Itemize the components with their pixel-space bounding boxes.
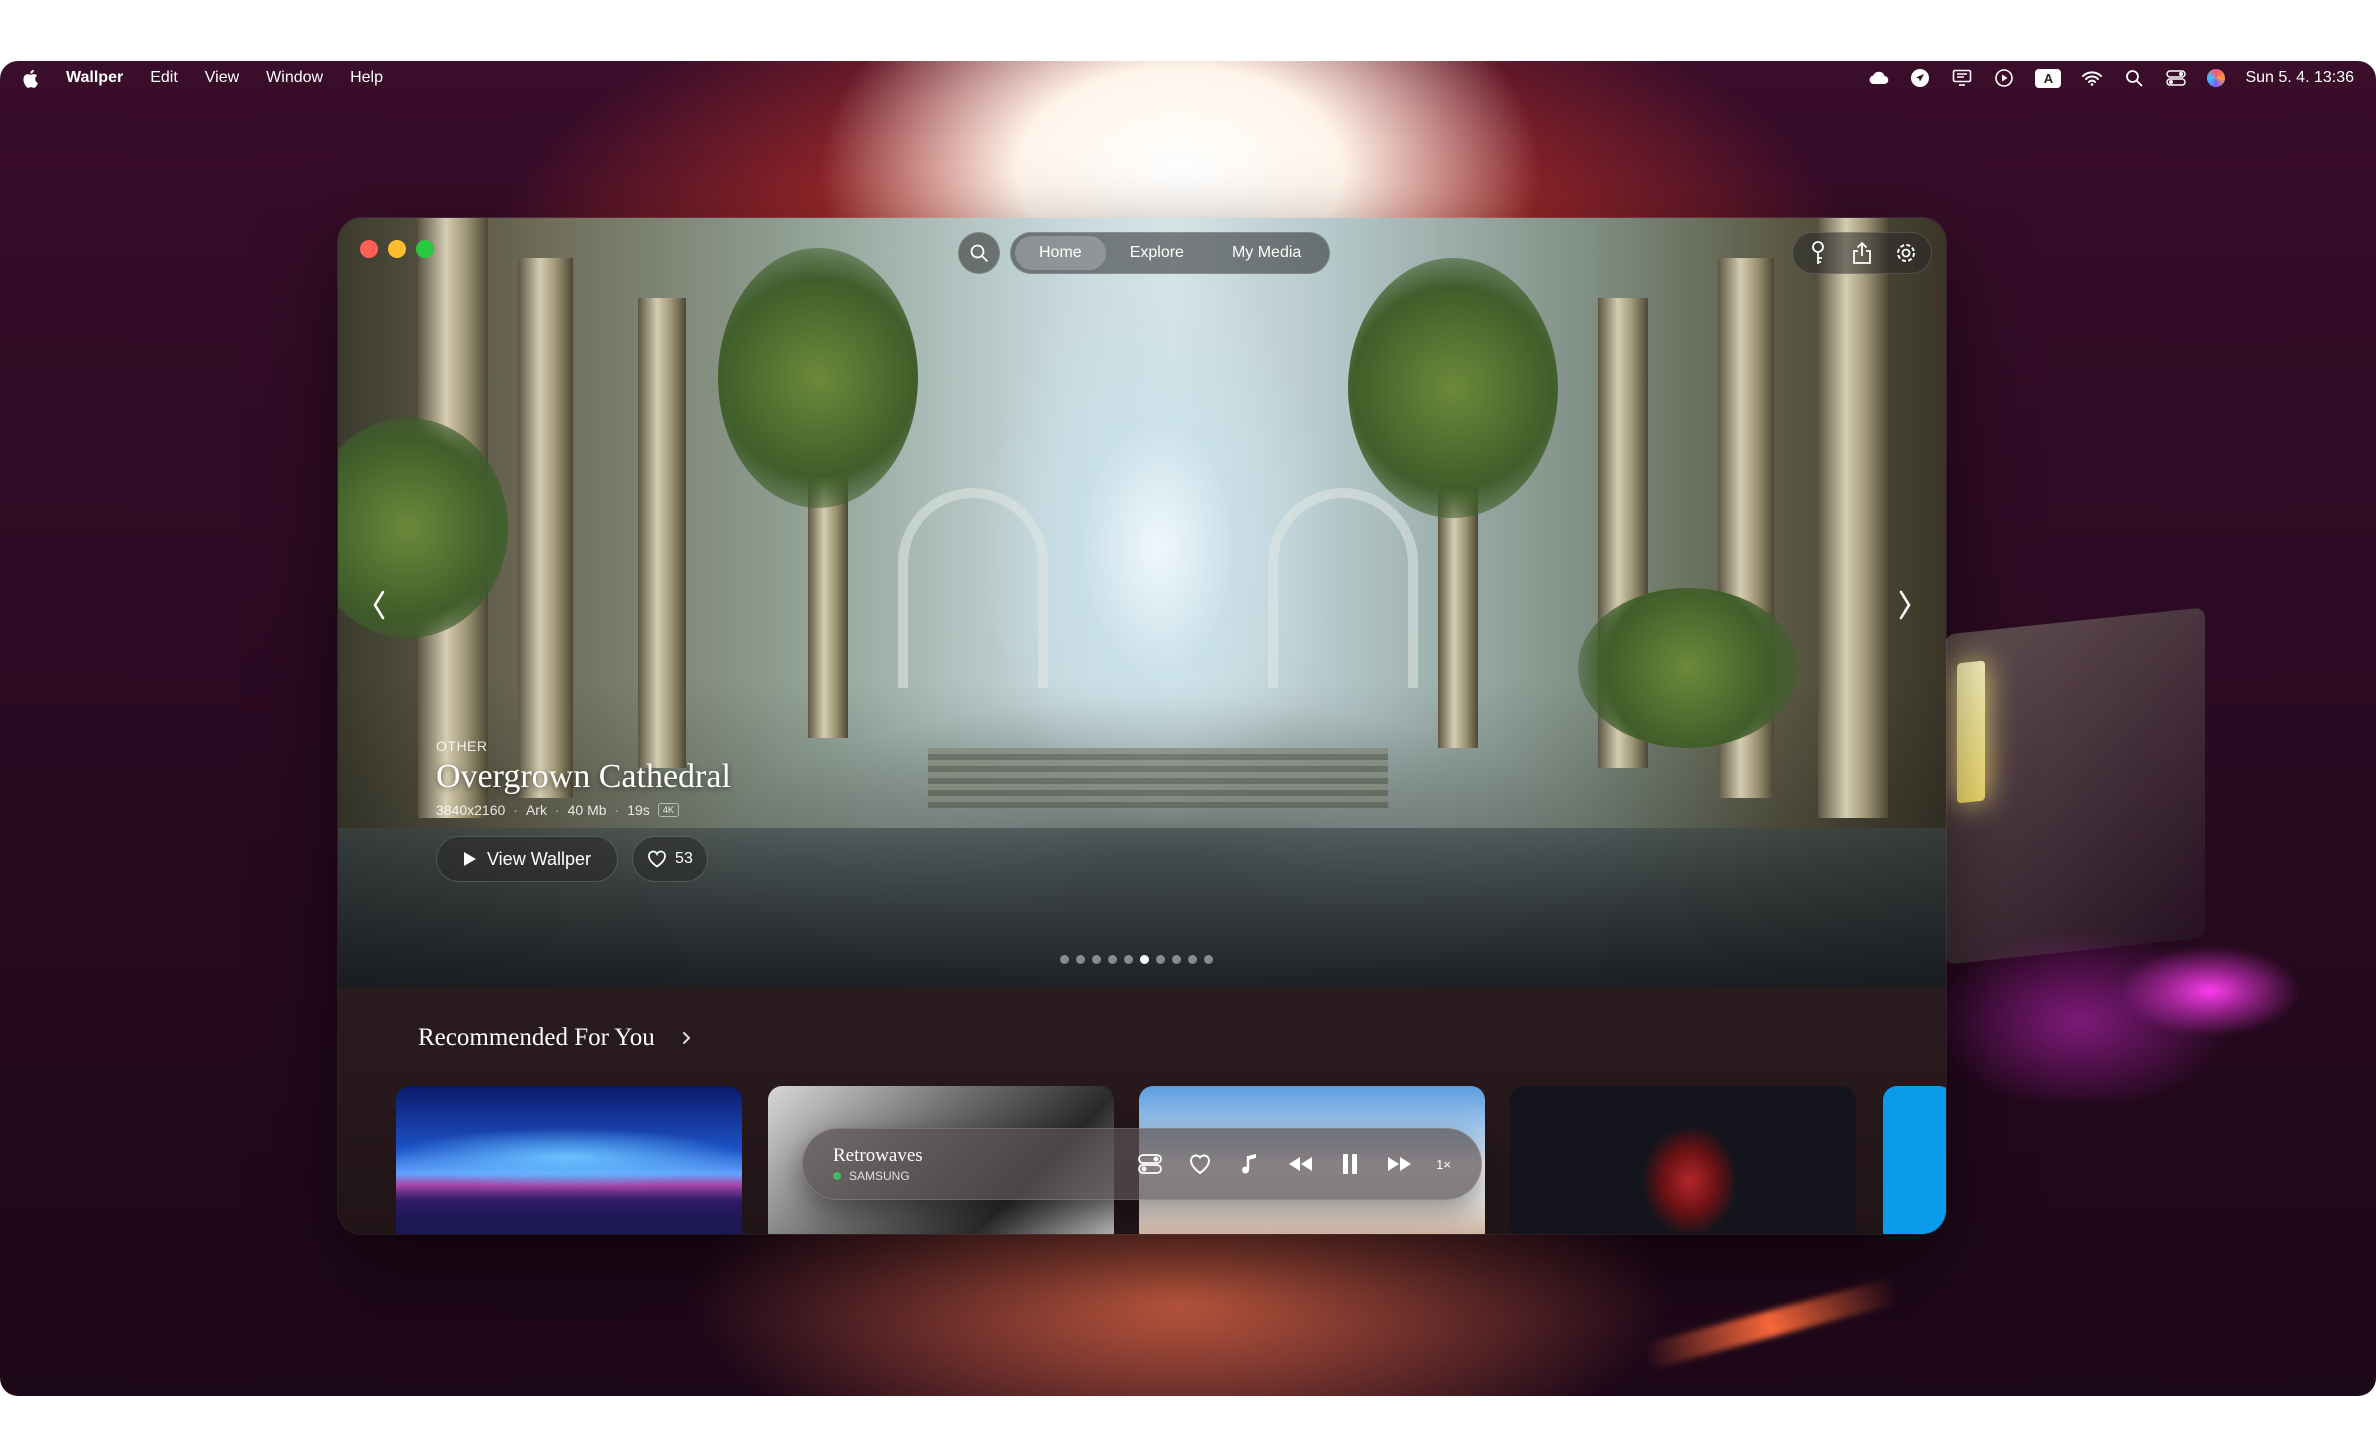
slide-dot[interactable] <box>1124 955 1133 964</box>
send-icon[interactable] <box>1909 67 1931 89</box>
slide-indicator <box>1060 955 1213 964</box>
app-window: Home Explore My Media OTHER Overgrown Ca… <box>338 218 1946 1234</box>
view-wallper-label: View Wallper <box>487 848 592 869</box>
like-button[interactable]: 53 <box>632 836 708 882</box>
light-streak <box>1641 1277 1899 1371</box>
now-playing[interactable]: Retrowaves SAMSUNG <box>833 1145 1103 1183</box>
share-icon[interactable] <box>1849 240 1875 266</box>
wallpaper-card[interactable] <box>1510 1086 1856 1234</box>
toggle-icon[interactable] <box>1136 1150 1164 1178</box>
close-window-button[interactable] <box>360 240 378 258</box>
slide-dot[interactable] <box>1108 955 1117 964</box>
section-title: Recommended For You <box>418 1024 655 1051</box>
search-button[interactable] <box>958 232 1000 274</box>
chevron-right-icon <box>1899 590 1911 620</box>
section-header[interactable]: Recommended For You <box>418 1024 693 1052</box>
magenta-glow <box>1930 841 2350 1101</box>
play-icon <box>464 852 476 866</box>
menu-bar: Wallper Edit View Window Help A Sun 5. 4… <box>0 61 2376 95</box>
slide-dot[interactable] <box>1188 955 1197 964</box>
mini-player: Retrowaves SAMSUNG 1× <box>802 1128 1482 1200</box>
siri-icon[interactable] <box>2207 69 2226 87</box>
hero-size: 40 Mb <box>567 802 607 818</box>
status-area: A Sun 5. 4. 13:36 <box>1867 67 2354 89</box>
minimize-window-button[interactable] <box>388 240 406 258</box>
slide-dot[interactable] <box>1172 955 1181 964</box>
tab-explore[interactable]: Explore <box>1106 236 1208 270</box>
chevron-left-icon <box>373 590 385 620</box>
hero-title: Overgrown Cathedral <box>436 758 731 795</box>
chevron-right-icon <box>682 1032 691 1044</box>
search-icon <box>970 244 988 262</box>
heart-icon <box>648 850 666 868</box>
scene-foliage <box>718 248 918 508</box>
quality-badge: 4K <box>657 803 679 817</box>
hero-banner[interactable]: Home Explore My Media OTHER Overgrown Ca… <box>338 218 1946 988</box>
input-source-icon[interactable]: A <box>2035 68 2062 88</box>
scene-steps <box>928 748 1388 808</box>
wallpaper-card[interactable] <box>1883 1086 1946 1234</box>
track-source: SAMSUNG <box>833 1169 1103 1183</box>
hero-actions: View Wallper 53 <box>436 836 731 882</box>
next-slide-button[interactable] <box>1890 583 1920 627</box>
music-note-icon[interactable] <box>1236 1150 1264 1178</box>
menu-view[interactable]: View <box>205 69 239 87</box>
slide-dot[interactable] <box>1076 955 1085 964</box>
scene-arch <box>898 488 1048 688</box>
player-controls: 1× <box>1136 1150 1451 1178</box>
menubar-clock[interactable]: Sun 5. 4. 13:36 <box>2245 69 2354 87</box>
toolbar-tools <box>1792 232 1932 274</box>
tab-my-media[interactable]: My Media <box>1208 236 1325 270</box>
maximize-window-button[interactable] <box>416 240 434 258</box>
recommended-section: Recommended For You Retrowaves SAMSUNG 1… <box>338 988 1946 1234</box>
playback-speed[interactable]: 1× <box>1436 1157 1451 1172</box>
hero-category: OTHER <box>436 738 488 754</box>
like-count: 53 <box>675 850 693 867</box>
prev-slide-button[interactable] <box>364 583 394 627</box>
tab-home[interactable]: Home <box>1015 236 1106 270</box>
fast-forward-icon[interactable] <box>1386 1150 1414 1178</box>
hero-info: OTHER Overgrown Cathedral 3840x2160 · Ar… <box>436 738 731 882</box>
menu-window[interactable]: Window <box>266 69 323 87</box>
meta-separator: · <box>554 802 560 818</box>
scene-column <box>518 258 573 798</box>
settings-icon[interactable] <box>1893 240 1919 266</box>
view-wallper-button[interactable]: View Wallper <box>436 836 619 882</box>
hero-meta: 3840x2160 · Ark · 40 Mb · 19s 4K <box>436 802 731 818</box>
source-label: SAMSUNG <box>849 1169 910 1183</box>
slide-dot[interactable] <box>1156 955 1165 964</box>
wallpaper-card[interactable] <box>396 1086 742 1234</box>
track-title: Retrowaves <box>833 1145 923 1166</box>
scene-column <box>638 298 686 768</box>
hero-author[interactable]: Ark <box>526 802 547 818</box>
slide-dot[interactable] <box>1204 955 1213 964</box>
wifi-icon[interactable] <box>2081 67 2103 89</box>
rewind-icon[interactable] <box>1286 1150 1314 1178</box>
meta-separator: · <box>513 802 518 818</box>
display-icon[interactable] <box>1951 67 1973 89</box>
menu-app-name[interactable]: Wallper <box>66 69 123 87</box>
scene-foliage <box>1578 588 1798 748</box>
hero-resolution: 3840x2160 <box>436 802 506 818</box>
live-indicator <box>833 1172 841 1180</box>
main-nav: Home Explore My Media <box>1010 232 1331 274</box>
heart-icon[interactable] <box>1186 1150 1214 1178</box>
meta-separator: · <box>614 802 620 818</box>
hero-duration: 19s <box>627 802 650 818</box>
scene-arch <box>1268 488 1418 688</box>
control-center-icon[interactable] <box>2165 67 2187 89</box>
cloud-icon[interactable] <box>1867 67 1889 89</box>
slide-dot[interactable] <box>1140 955 1149 964</box>
key-icon[interactable] <box>1805 240 1831 266</box>
menu-help[interactable]: Help <box>350 69 383 87</box>
play-circle-icon[interactable] <box>1993 67 2015 89</box>
scene-foliage <box>1348 258 1558 518</box>
search-icon[interactable] <box>2123 67 2145 89</box>
pause-icon[interactable] <box>1336 1150 1364 1178</box>
scene-column <box>1818 218 1888 818</box>
slide-dot[interactable] <box>1060 955 1069 964</box>
menu-edit[interactable]: Edit <box>150 69 178 87</box>
slide-dot[interactable] <box>1092 955 1101 964</box>
apple-menu-icon[interactable] <box>22 68 40 88</box>
